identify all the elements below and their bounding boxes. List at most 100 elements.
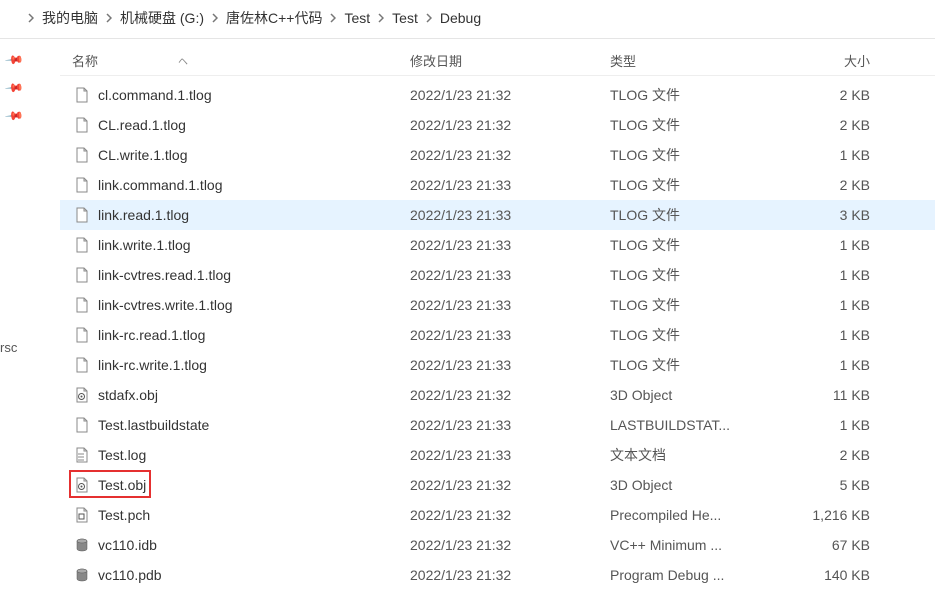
file-row[interactable]: link.command.1.tlog2022/1/23 21:33TLOG 文… (60, 170, 935, 200)
file-name: vc110.idb (98, 537, 157, 553)
file-modified: 2022/1/23 21:32 (410, 387, 610, 403)
column-header-name-label: 名称 (72, 51, 98, 70)
file-size: 1,216 KB (790, 507, 880, 523)
file-row[interactable]: Test.obj2022/1/23 21:323D Object5 KB (60, 470, 935, 500)
file-size: 1 KB (790, 357, 880, 373)
breadcrumb-item[interactable]: Test (344, 10, 370, 26)
pin-icon: 📌 (4, 106, 31, 132)
file-icon (74, 357, 90, 373)
file-row[interactable]: Test.lastbuildstate2022/1/23 21:33LASTBU… (60, 410, 935, 440)
quick-access-pins: 📌 📌 📌 (0, 50, 30, 140)
file-modified: 2022/1/23 21:33 (410, 447, 610, 463)
file-modified: 2022/1/23 21:32 (410, 147, 610, 163)
file-icon (74, 417, 90, 433)
file-modified: 2022/1/23 21:33 (410, 237, 610, 253)
file-size: 1 KB (790, 237, 880, 253)
file-modified: 2022/1/23 21:32 (410, 477, 610, 493)
file-modified: 2022/1/23 21:33 (410, 207, 610, 223)
file-row[interactable]: stdafx.obj2022/1/23 21:323D Object11 KB (60, 380, 935, 410)
db-icon (74, 567, 90, 583)
breadcrumb-item[interactable]: 我的电脑 (42, 8, 98, 28)
file-row[interactable]: vc110.pdb2022/1/23 21:32Program Debug ..… (60, 560, 935, 590)
file-row[interactable]: link.read.1.tlog2022/1/23 21:33TLOG 文件3 … (60, 200, 935, 230)
file-name: link.read.1.tlog (98, 207, 189, 223)
file-row[interactable]: Test.log2022/1/23 21:33文本文档2 KB (60, 440, 935, 470)
column-header-modified[interactable]: 修改日期 (410, 51, 610, 70)
file-modified: 2022/1/23 21:33 (410, 267, 610, 283)
file-row[interactable]: link.write.1.tlog2022/1/23 21:33TLOG 文件1… (60, 230, 935, 260)
chevron-right-icon (330, 13, 336, 23)
pin-icon: 📌 (4, 78, 31, 104)
file-type: 3D Object (610, 387, 790, 403)
file-modified: 2022/1/23 21:32 (410, 537, 610, 553)
file-row[interactable]: CL.write.1.tlog 2022/1/23 21:32TLOG 文件1 K… (60, 140, 935, 170)
file-size: 11 KB (790, 387, 880, 403)
file-type: 3D Object (610, 477, 790, 493)
left-cutoff-label: rsc (0, 340, 17, 355)
file-type: TLOG 文件 (610, 355, 790, 375)
breadcrumb-item[interactable]: 机械硬盘 (G:) (120, 8, 204, 28)
breadcrumb-item[interactable]: 唐佐林C++代码 (226, 8, 322, 28)
file-name: CL.read.1.tlog (98, 117, 186, 133)
file-icon (74, 87, 90, 103)
file-row[interactable]: link-cvtres.read.1.tlog2022/1/23 21:33TL… (60, 260, 935, 290)
textdoc-icon (74, 447, 90, 463)
file-name: Test.obj (98, 477, 146, 493)
file-name: vc110.pdb (98, 567, 162, 583)
file-row[interactable]: link-rc.read.1.tlog2022/1/23 21:33TLOG 文… (60, 320, 935, 350)
file-name: link.write.1.tlog (98, 237, 191, 253)
file-size: 2 KB (790, 117, 880, 133)
file-name: link.command.1.tlog (98, 177, 223, 193)
breadcrumb-item[interactable]: Test (392, 10, 418, 26)
file-modified: 2022/1/23 21:32 (410, 87, 610, 103)
file-modified: 2022/1/23 21:33 (410, 357, 610, 373)
file-name: Test.log (98, 447, 146, 463)
file-type: TLOG 文件 (610, 145, 790, 165)
file-name: link-cvtres.write.1.tlog (98, 297, 233, 313)
file-modified: 2022/1/23 21:33 (410, 417, 610, 433)
obj-icon (74, 477, 90, 493)
column-header-type[interactable]: 类型 (610, 51, 790, 70)
file-row[interactable]: CL.read.1.tlog 2022/1/23 21:32TLOG 文件2 KB (60, 110, 935, 140)
chevron-right-icon (212, 13, 218, 23)
file-name: CL.write.1.tlog (98, 147, 187, 163)
file-size: 1 KB (790, 267, 880, 283)
file-modified: 2022/1/23 21:32 (410, 117, 610, 133)
breadcrumb-item[interactable]: Debug (440, 10, 481, 26)
file-size: 1 KB (790, 147, 880, 163)
file-size: 140 KB (790, 567, 880, 583)
file-row[interactable]: link-rc.write.1.tlog 2022/1/23 21:33TLOG … (60, 350, 935, 380)
file-type: VC++ Minimum ... (610, 537, 790, 553)
file-size: 2 KB (790, 87, 880, 103)
file-row[interactable]: vc110.idb 2022/1/23 21:32VC++ Minimum ...… (60, 530, 935, 560)
file-modified: 2022/1/23 21:33 (410, 327, 610, 343)
file-icon (74, 327, 90, 343)
file-row[interactable]: Test.pch2022/1/23 21:32Precompiled He...… (60, 500, 935, 530)
file-row[interactable]: link-cvtres.write.1.tlog 2022/1/23 21:33T… (60, 290, 935, 320)
file-name: link-rc.write.1.tlog (98, 357, 207, 373)
chevron-right-icon (378, 13, 384, 23)
file-icon (74, 207, 90, 223)
file-type: TLOG 文件 (610, 295, 790, 315)
breadcrumb[interactable]: 我的电脑 机械硬盘 (G:) 唐佐林C++代码 Test Test Debug (0, 0, 935, 39)
column-header-size[interactable]: 大小 (790, 51, 880, 70)
file-icon (74, 267, 90, 283)
file-icon (74, 117, 90, 133)
file-modified: 2022/1/23 21:33 (410, 297, 610, 313)
pin-icon: 📌 (4, 50, 31, 76)
file-icon (74, 297, 90, 313)
chevron-right-icon (106, 13, 112, 23)
file-row[interactable]: cl.command.1.tlog 2022/1/23 21:32TLOG 文件2… (60, 80, 935, 110)
file-explorer-content: 名称 ヘ 修改日期 类型 大小 cl.command.1.tlog 2022/1/… (60, 40, 935, 609)
sort-ascending-icon: ヘ (178, 53, 188, 68)
chevron-right-icon (28, 13, 34, 23)
obj-icon (74, 387, 90, 403)
file-type: 文本文档 (610, 445, 790, 465)
file-type: TLOG 文件 (610, 205, 790, 225)
file-type: TLOG 文件 (610, 115, 790, 135)
file-name: Test.pch (98, 507, 150, 523)
file-type: TLOG 文件 (610, 85, 790, 105)
column-header-name[interactable]: 名称 ヘ (60, 51, 410, 70)
file-type: LASTBUILDSTAT... (610, 417, 790, 433)
file-name: cl.command.1.tlog (98, 87, 212, 103)
